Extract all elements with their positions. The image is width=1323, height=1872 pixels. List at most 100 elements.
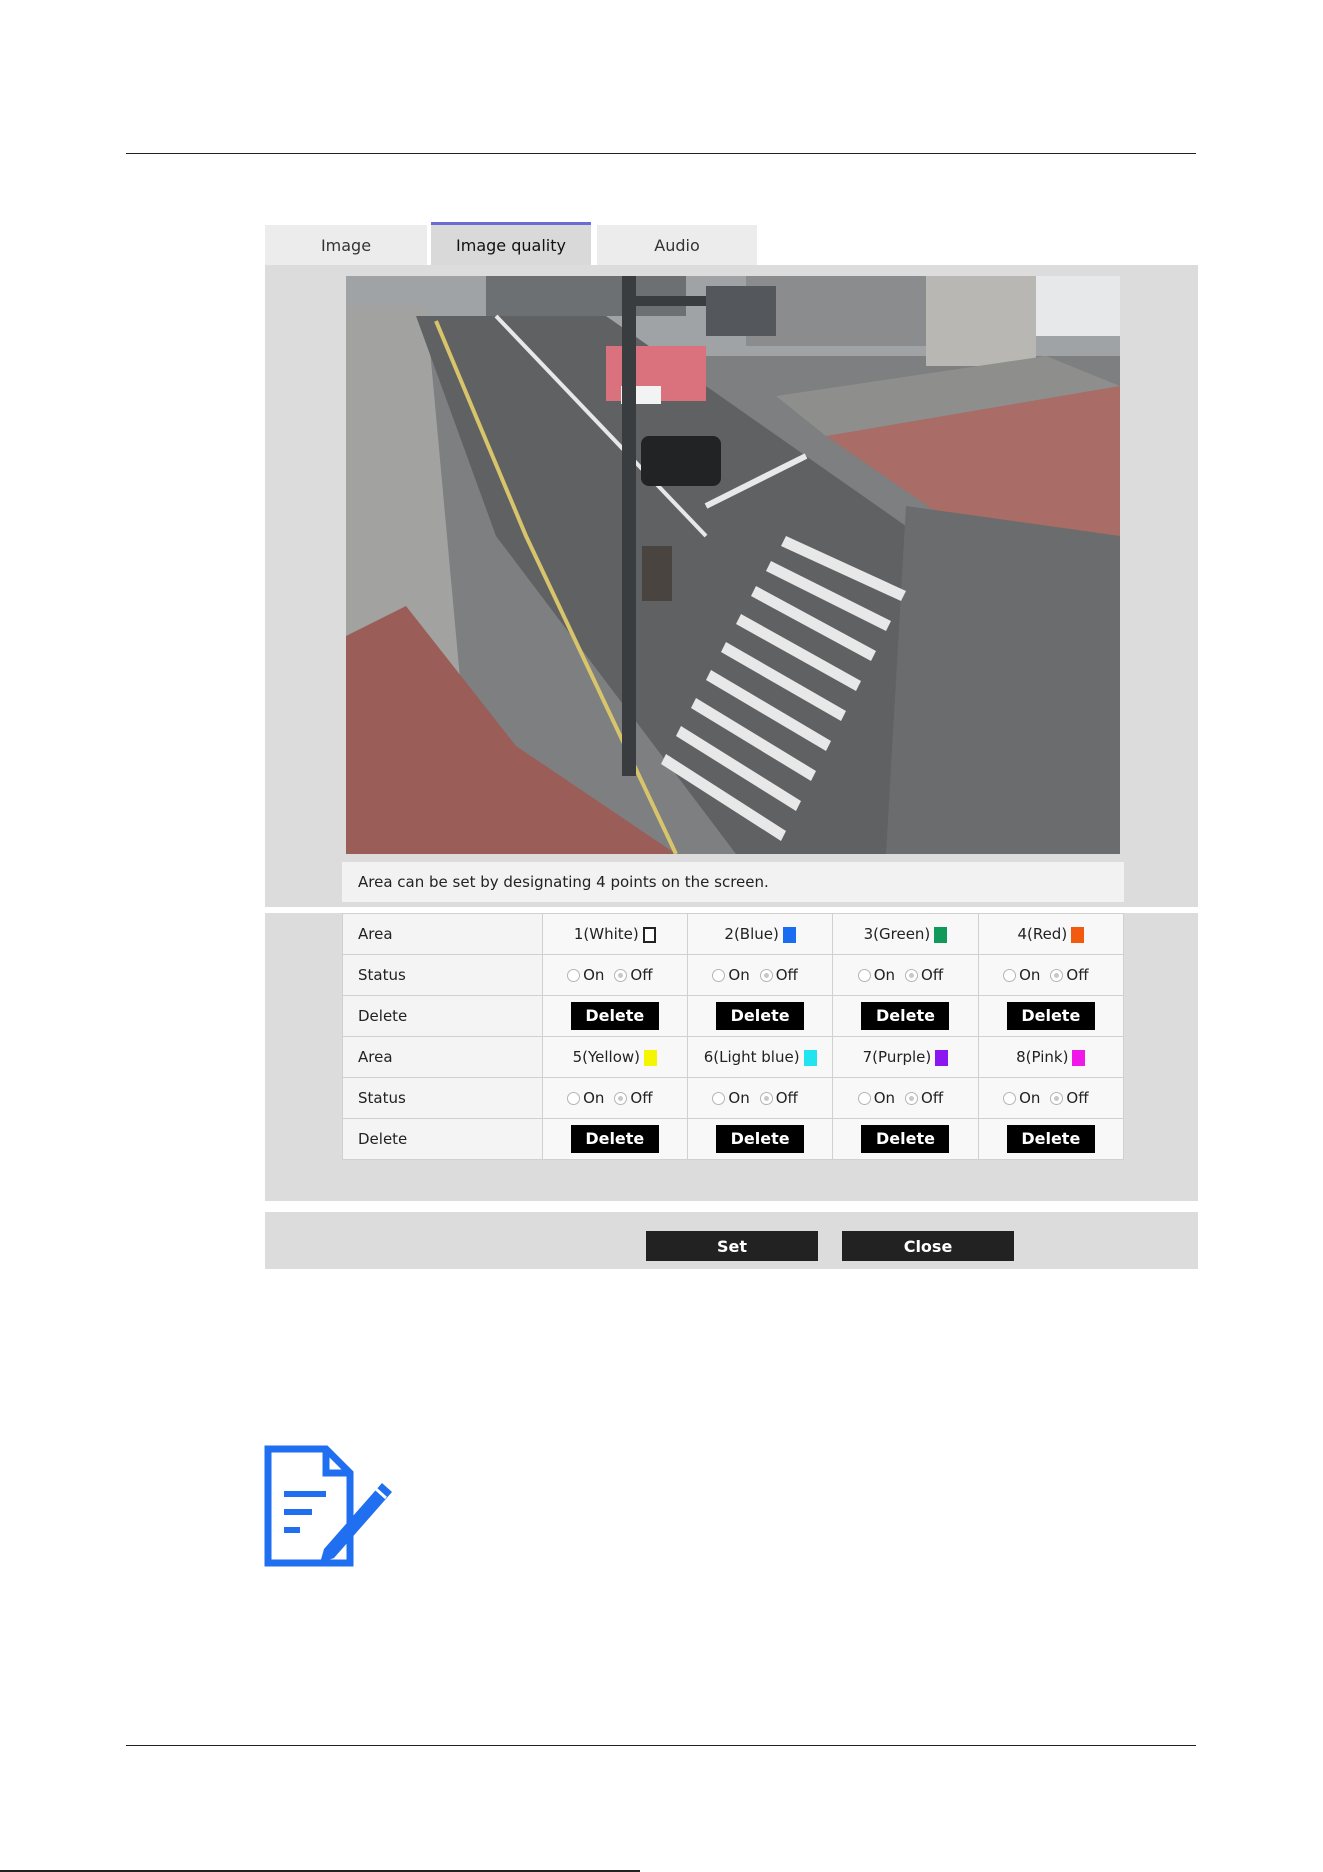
note-box: Area can be set by designating 4 points …: [342, 862, 1124, 902]
delete-row-label: Delete: [342, 1118, 543, 1160]
status-cell-1: On Off: [541, 954, 688, 996]
radio-on-2[interactable]: [712, 968, 726, 982]
camera-view[interactable]: [346, 276, 1120, 854]
delete-cell-3: Delete: [832, 995, 979, 1037]
radio-on-label: On: [728, 1089, 750, 1108]
radio-off-6[interactable]: [759, 1091, 773, 1105]
radio-on-label: On: [1019, 966, 1041, 985]
tab-audio[interactable]: Audio: [597, 225, 757, 265]
table-row: Delete Delete Delete Delete Delete: [342, 995, 1125, 1037]
area-cell-6: 6(Light blue): [686, 1036, 834, 1078]
radio-on-label: On: [728, 966, 750, 985]
area-row-label: Area: [342, 1036, 543, 1078]
bottom-rule: [126, 1745, 1196, 1746]
area-cell-3: 3(Green): [832, 913, 979, 955]
area-label-4: 4(Red): [1017, 925, 1068, 943]
delete-button-5[interactable]: Delete: [570, 1125, 659, 1153]
radio-on-7[interactable]: [857, 1091, 871, 1105]
radio-off-3[interactable]: [905, 968, 919, 982]
note-text: Area can be set by designating 4 points …: [358, 873, 769, 891]
area-swatch-2: [782, 926, 796, 943]
delete-button-2[interactable]: Delete: [716, 1002, 805, 1030]
delete-cell-1: Delete: [541, 995, 688, 1037]
radio-off-2[interactable]: [759, 968, 773, 982]
status-cell-7: On Off: [832, 1077, 979, 1119]
area-cell-4: 4(Red): [977, 913, 1125, 955]
area-cell-7: 7(Purple): [832, 1036, 979, 1078]
radio-on-label: On: [583, 966, 605, 985]
delete-cell-5: Delete: [541, 1118, 688, 1160]
radio-on-4[interactable]: [1003, 968, 1017, 982]
radio-on-label: On: [873, 966, 896, 985]
status-row-label: Status: [342, 954, 543, 996]
table-row: Delete Delete Delete Delete Delete: [342, 1118, 1125, 1160]
radio-on-5[interactable]: [567, 1091, 581, 1105]
area-swatch-5: [644, 1049, 658, 1066]
radio-off-5[interactable]: [614, 1091, 628, 1105]
set-button[interactable]: Set: [646, 1231, 818, 1261]
area-cell-8: 8(Pink): [977, 1036, 1125, 1078]
area-label-2: 2(Blue): [724, 925, 779, 943]
radio-off-8[interactable]: [1050, 1091, 1064, 1105]
radio-off-7[interactable]: [905, 1091, 919, 1105]
status-row-label: Status: [342, 1077, 543, 1119]
area-label-7: 7(Purple): [862, 1048, 932, 1066]
radio-off-label: Off: [1066, 1089, 1089, 1108]
tab-image[interactable]: Image: [265, 225, 427, 265]
area-label-6: 6(Light blue): [703, 1048, 800, 1066]
area-table: Area 1(White) 2(Blue) 3(Green) 4(Red) St…: [342, 913, 1125, 1160]
delete-button-1[interactable]: Delete: [570, 1002, 659, 1030]
area-swatch-4: [1071, 926, 1085, 943]
delete-cell-4: Delete: [977, 995, 1125, 1037]
area-label-8: 8(Pink): [1016, 1048, 1069, 1066]
radio-on-3[interactable]: [857, 968, 871, 982]
area-cell-2: 2(Blue): [686, 913, 834, 955]
radio-off-label: Off: [1066, 966, 1089, 985]
status-cell-2: On Off: [686, 954, 834, 996]
area-swatch-6: [803, 1049, 817, 1066]
delete-row-label: Delete: [342, 995, 543, 1037]
area-label-1: 1(White): [573, 925, 639, 943]
radio-off-4[interactable]: [1050, 968, 1064, 982]
area-cell-5: 5(Yellow): [541, 1036, 688, 1078]
radio-on-1[interactable]: [567, 968, 581, 982]
radio-off-label: Off: [921, 1089, 944, 1108]
radio-off-1[interactable]: [614, 968, 628, 982]
camera-feed-image: [346, 276, 1120, 854]
area-cell-1: 1(White): [541, 913, 688, 955]
close-button[interactable]: Close: [842, 1231, 1014, 1261]
delete-button-7[interactable]: Delete: [861, 1125, 950, 1153]
radio-on-label: On: [1019, 1089, 1041, 1108]
area-swatch-8: [1072, 1049, 1086, 1066]
area-label-3: 3(Green): [863, 925, 931, 943]
area-swatch-3: [934, 926, 948, 943]
status-cell-4: On Off: [977, 954, 1125, 996]
delete-button-4[interactable]: Delete: [1006, 1002, 1095, 1030]
radio-on-label: On: [583, 1089, 605, 1108]
table-row: Status On Off On Off On Off On Off: [342, 1077, 1125, 1119]
radio-off-label: Off: [775, 966, 798, 985]
radio-off-label: Off: [630, 966, 653, 985]
status-cell-6: On Off: [686, 1077, 834, 1119]
area-label-5: 5(Yellow): [572, 1048, 641, 1066]
delete-cell-7: Delete: [832, 1118, 979, 1160]
delete-cell-2: Delete: [686, 995, 834, 1037]
delete-cell-6: Delete: [686, 1118, 834, 1160]
memo-pen-icon: [264, 1445, 392, 1567]
tab-image-quality[interactable]: Image quality: [431, 222, 591, 265]
area-swatch-1: [642, 926, 656, 943]
delete-cell-8: Delete: [977, 1118, 1125, 1160]
delete-button-3[interactable]: Delete: [861, 1002, 950, 1030]
area-row-label: Area: [342, 913, 543, 955]
area-swatch-7: [935, 1049, 949, 1066]
radio-on-6[interactable]: [712, 1091, 726, 1105]
status-cell-8: On Off: [977, 1077, 1125, 1119]
table-row: Status On Off On Off On Off On Off: [342, 954, 1125, 996]
radio-on-label: On: [873, 1089, 896, 1108]
radio-on-8[interactable]: [1003, 1091, 1017, 1105]
delete-button-6[interactable]: Delete: [716, 1125, 805, 1153]
radio-off-label: Off: [630, 1089, 653, 1108]
status-cell-5: On Off: [541, 1077, 688, 1119]
radio-off-label: Off: [921, 966, 944, 985]
delete-button-8[interactable]: Delete: [1006, 1125, 1095, 1153]
